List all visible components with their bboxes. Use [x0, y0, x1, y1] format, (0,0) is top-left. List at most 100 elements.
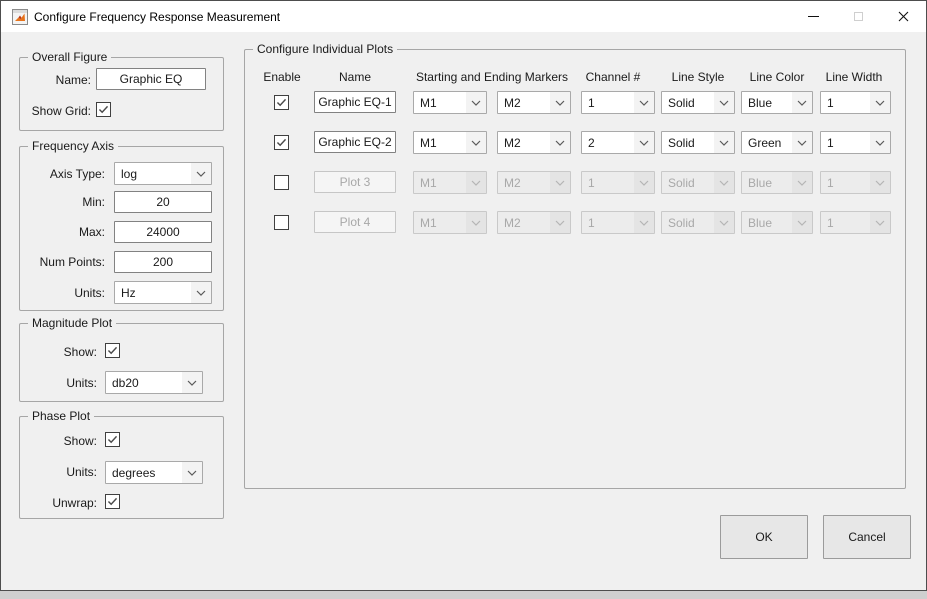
mag-show-checkbox[interactable] — [105, 343, 120, 358]
figure-name-field[interactable] — [96, 68, 206, 90]
chevron-down-icon — [792, 132, 812, 153]
ok-button[interactable]: OK — [720, 515, 808, 559]
enable-checkbox[interactable] — [274, 135, 289, 150]
chevron-down-icon — [182, 462, 202, 483]
group-title: Phase Plot — [28, 409, 94, 423]
chevron-down-icon — [634, 212, 654, 233]
header-line-color: Line Color — [737, 70, 817, 84]
line-width-dropdown: 1 — [820, 171, 891, 194]
line-style-dropdown: Solid — [661, 171, 735, 194]
maximize-button — [836, 1, 881, 32]
channel-dropdown[interactable]: 1 — [581, 91, 655, 114]
group-title: Configure Individual Plots — [253, 42, 397, 56]
min-label: Min: — [19, 195, 105, 210]
plot-name-field[interactable] — [314, 91, 396, 113]
chevron-down-icon — [634, 172, 654, 193]
unwrap-checkbox[interactable] — [105, 494, 120, 509]
name-label: Name: — [19, 73, 91, 88]
units-label: Units: — [19, 286, 105, 301]
header-enable: Enable — [252, 70, 312, 84]
line-width-dropdown[interactable]: 1 — [820, 91, 891, 114]
line-color-dropdown[interactable]: Blue — [741, 91, 813, 114]
line-width-dropdown[interactable]: 1 — [820, 131, 891, 154]
start-marker-dropdown[interactable]: M1 — [413, 91, 487, 114]
chevron-down-icon — [792, 92, 812, 113]
matlab-icon — [12, 9, 28, 25]
line-width-dropdown: 1 — [820, 211, 891, 234]
chevron-down-icon — [466, 92, 486, 113]
header-line-width: Line Width — [814, 70, 894, 84]
phase-units-dropdown[interactable]: degrees — [105, 461, 203, 484]
checkmark-icon — [107, 346, 118, 355]
checkmark-icon — [276, 138, 287, 147]
chevron-down-icon — [870, 172, 890, 193]
phase-units-label: Units: — [19, 465, 97, 480]
checkmark-icon — [107, 497, 118, 506]
group-title: Overall Figure — [28, 50, 111, 64]
titlebar: Configure Frequency Response Measurement — [1, 1, 926, 32]
checkmark-icon — [276, 98, 287, 107]
channel-dropdown: 1 — [581, 171, 655, 194]
plot-row: M1 M2 1 Solid Blue 1 — [1, 171, 927, 194]
line-color-dropdown: Blue — [741, 171, 813, 194]
window-title: Configure Frequency Response Measurement — [34, 10, 280, 24]
plot-name-field — [314, 211, 396, 233]
cancel-button[interactable]: Cancel — [823, 515, 911, 559]
chevron-down-icon — [714, 92, 734, 113]
line-color-dropdown: Blue — [741, 211, 813, 234]
start-marker-dropdown: M1 — [413, 211, 487, 234]
plot-row: M1 M2 1 Solid Blue 1 — [1, 211, 927, 234]
chevron-down-icon — [792, 212, 812, 233]
channel-dropdown[interactable]: 2 — [581, 131, 655, 154]
min-field[interactable] — [114, 191, 212, 213]
chevron-down-icon — [182, 372, 202, 393]
chevron-down-icon — [550, 132, 570, 153]
enable-checkbox[interactable] — [274, 175, 289, 190]
end-marker-dropdown[interactable]: M2 — [497, 131, 571, 154]
start-marker-dropdown[interactable]: M1 — [413, 131, 487, 154]
close-button[interactable] — [881, 1, 926, 32]
background-strip — [0, 591, 927, 599]
start-marker-dropdown: M1 — [413, 171, 487, 194]
end-marker-dropdown: M2 — [497, 211, 571, 234]
chevron-down-icon — [191, 282, 211, 303]
channel-dropdown: 1 — [581, 211, 655, 234]
line-color-dropdown[interactable]: Green — [741, 131, 813, 154]
mag-units-dropdown[interactable]: db20 — [105, 371, 203, 394]
num-points-label: Num Points: — [19, 255, 105, 270]
chevron-down-icon — [714, 132, 734, 153]
header-channel: Channel # — [573, 70, 653, 84]
unwrap-label: Unwrap: — [19, 496, 97, 511]
chevron-down-icon — [550, 172, 570, 193]
plot-row: M1 M2 2 Solid Green 1 — [1, 131, 927, 154]
plot-row: M1 M2 1 Solid Blue 1 — [1, 91, 927, 114]
chevron-down-icon — [714, 212, 734, 233]
line-style-dropdown[interactable]: Solid — [661, 91, 735, 114]
line-style-dropdown: Solid — [661, 211, 735, 234]
minimize-button[interactable] — [791, 1, 836, 32]
mag-units-label: Units: — [19, 376, 97, 391]
phase-show-checkbox[interactable] — [105, 432, 120, 447]
enable-checkbox[interactable] — [274, 215, 289, 230]
header-line-style: Line Style — [658, 70, 738, 84]
window-controls — [791, 1, 926, 32]
individual-plots-group: Configure Individual Plots — [244, 49, 906, 489]
chevron-down-icon — [550, 212, 570, 233]
chevron-down-icon — [870, 92, 890, 113]
plot-name-field — [314, 171, 396, 193]
chevron-down-icon — [714, 172, 734, 193]
chevron-down-icon — [870, 212, 890, 233]
line-style-dropdown[interactable]: Solid — [661, 131, 735, 154]
group-title: Magnitude Plot — [28, 316, 116, 330]
chevron-down-icon — [870, 132, 890, 153]
phase-show-label: Show: — [19, 434, 97, 449]
mag-show-label: Show: — [19, 345, 97, 360]
chevron-down-icon — [634, 132, 654, 153]
end-marker-dropdown[interactable]: M2 — [497, 91, 571, 114]
num-points-field[interactable] — [114, 251, 212, 273]
close-icon — [898, 11, 909, 22]
enable-checkbox[interactable] — [274, 95, 289, 110]
end-marker-dropdown: M2 — [497, 171, 571, 194]
plot-name-field[interactable] — [314, 131, 396, 153]
frequency-units-dropdown[interactable]: Hz — [114, 281, 212, 304]
